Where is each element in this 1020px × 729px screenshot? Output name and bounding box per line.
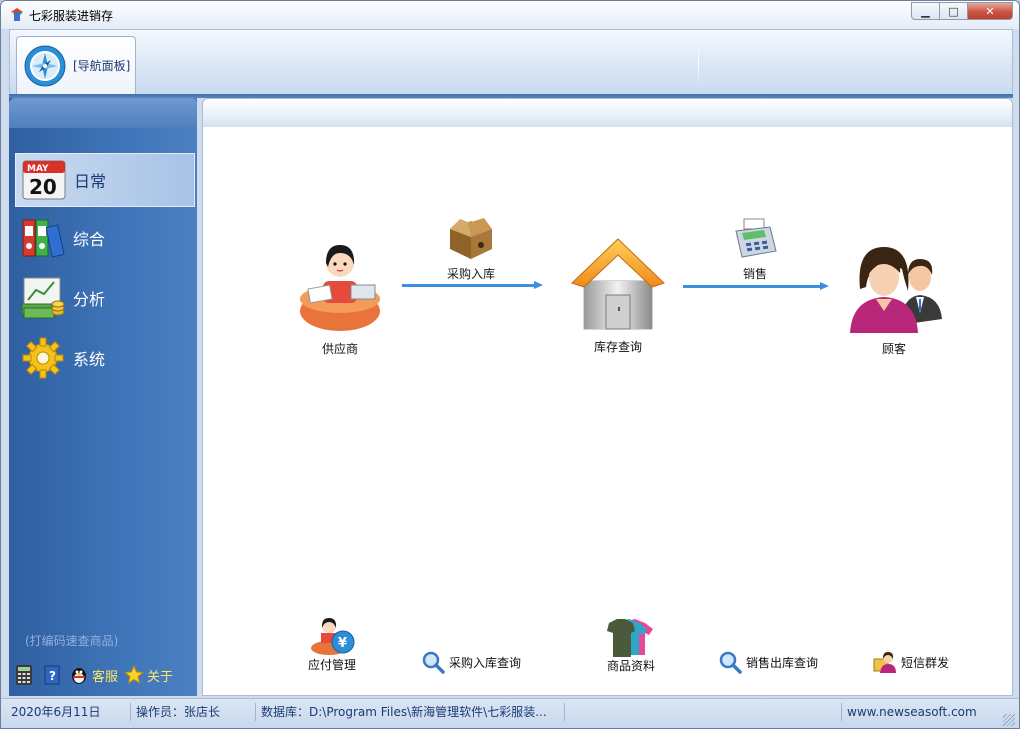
tab-navigation-panel[interactable]: [导航面板] bbox=[16, 36, 136, 94]
status-date: 2020年6月11日 bbox=[7, 703, 131, 721]
main-panel-header bbox=[203, 99, 1012, 127]
sidebar-item-label: 分析 bbox=[73, 290, 106, 309]
status-operator: 操作员：张店长 bbox=[132, 703, 256, 721]
resize-grip[interactable] bbox=[1003, 714, 1015, 726]
barcode-search-hint[interactable]: (打编码速查商品) bbox=[25, 632, 118, 649]
chart-money-icon bbox=[19, 274, 67, 322]
sidebar-item-label: 系统 bbox=[73, 350, 106, 369]
sales-query-label: 销售出库查询 bbox=[746, 655, 819, 670]
sales-query-button[interactable]: 销售出库查询 bbox=[718, 650, 818, 674]
status-website[interactable]: www.newseasoft.com bbox=[843, 703, 993, 721]
ribbon: [导航面板] bbox=[9, 29, 1013, 95]
tshirts-icon bbox=[607, 619, 653, 657]
purchase-in-button[interactable]: 采购入库 bbox=[433, 215, 509, 282]
payable-management-button[interactable]: ¥ 应付管理 bbox=[307, 616, 357, 673]
app-logo-icon bbox=[11, 8, 23, 21]
calendar-day: 20 bbox=[29, 175, 57, 199]
about-button[interactable]: 关于 bbox=[124, 665, 173, 685]
qq-penguin-icon bbox=[72, 668, 86, 684]
calendar-month: MAY bbox=[27, 164, 49, 174]
sidebar-item-label: 日常 bbox=[74, 172, 107, 191]
svg-text:¥: ¥ bbox=[338, 636, 347, 651]
payable-management-label: 应付管理 bbox=[307, 658, 356, 672]
purchase-in-label: 采购入库 bbox=[446, 267, 495, 281]
about-label: 关于 bbox=[147, 669, 174, 685]
customer-label: 顾客 bbox=[881, 342, 906, 356]
star-icon bbox=[124, 665, 145, 685]
sidebar-item-label: 综合 bbox=[73, 230, 106, 249]
supplier-node[interactable]: 供应商 bbox=[295, 239, 385, 357]
product-info-label: 商品资料 bbox=[606, 659, 655, 673]
customer-service-button[interactable]: 客服 bbox=[69, 665, 118, 685]
supplier-label: 供应商 bbox=[321, 342, 358, 356]
sms-broadcast-label: 短信群发 bbox=[901, 655, 950, 670]
ribbon-separator bbox=[698, 40, 699, 86]
help-icon[interactable]: ? bbox=[41, 664, 63, 686]
status-bar: 2020年6月11日 操作员：张店长 数据库：D:\Program Files\… bbox=[1, 698, 1019, 728]
inventory-to-customer-arrow bbox=[683, 282, 829, 290]
sidebar-toolbar: ? 客服 关于 bbox=[13, 664, 173, 686]
title-bar: 七彩服装进销存 ▁ □ ✕ bbox=[1, 1, 1019, 29]
inventory-query-label: 库存查询 bbox=[593, 340, 642, 354]
calendar-icon: MAY 20 bbox=[20, 156, 68, 204]
sms-user-icon bbox=[873, 652, 896, 673]
payable-yen-icon: ¥ bbox=[311, 618, 355, 655]
customer-service-label: 客服 bbox=[92, 669, 119, 685]
gear-icon bbox=[19, 334, 67, 382]
sidebar-item-system[interactable]: 系统 bbox=[15, 331, 195, 385]
magnifier-icon bbox=[719, 651, 742, 674]
nav-tab-label: [导航面板] bbox=[73, 59, 131, 73]
supplier-to-inventory-arrow bbox=[402, 281, 543, 289]
minimize-button[interactable]: ▁ bbox=[911, 2, 939, 20]
inventory-query-node[interactable]: 库存查询 bbox=[565, 237, 671, 355]
supplier-icon bbox=[300, 245, 380, 331]
purchase-query-button[interactable]: 采购入库查询 bbox=[421, 650, 521, 674]
calculator-icon[interactable] bbox=[13, 664, 35, 686]
sales-label: 销售 bbox=[742, 267, 767, 281]
sales-button[interactable]: 销售 bbox=[723, 217, 787, 282]
warehouse-house-icon bbox=[571, 238, 665, 330]
status-database: 数据库：D:\Program Files\新海管理软件\七彩服装... bbox=[257, 703, 565, 721]
pos-terminal-icon bbox=[735, 218, 777, 258]
product-info-button[interactable]: 商品资料 bbox=[605, 617, 657, 674]
sidebar-header bbox=[9, 98, 197, 128]
sidebar: MAY 20 日常 综合 分析 系统 (打编码速查商品) ? 客服 关于 bbox=[9, 98, 197, 696]
close-button[interactable]: ✕ bbox=[967, 2, 1013, 20]
cardboard-box-icon bbox=[450, 218, 492, 259]
sms-broadcast-button[interactable]: 短信群发 bbox=[873, 651, 949, 673]
sidebar-item-daily[interactable]: MAY 20 日常 bbox=[15, 153, 195, 207]
customers-icon bbox=[850, 247, 942, 333]
window-controls: ▁ □ ✕ bbox=[911, 2, 1013, 20]
purchase-query-label: 采购入库查询 bbox=[449, 655, 522, 670]
window-title: 七彩服装进销存 bbox=[29, 9, 114, 23]
main-panel: 供应商 采购入库 库存查询 销售 顾客 ¥ 应付管理 采购入库查询 商品资料 销… bbox=[202, 98, 1013, 696]
svg-text:?: ? bbox=[49, 669, 56, 683]
compass-icon bbox=[24, 45, 66, 86]
customer-node[interactable]: 顾客 bbox=[839, 239, 949, 357]
sidebar-item-comprehensive[interactable]: 综合 bbox=[15, 211, 195, 265]
app-window: 七彩服装进销存 ▁ □ ✕ [导航面板] MAY 20 日常 综合 分析 系统 … bbox=[0, 0, 1020, 729]
status-spacer bbox=[566, 703, 842, 721]
magnifier-icon bbox=[422, 651, 445, 674]
binders-icon bbox=[19, 214, 67, 262]
maximize-button[interactable]: □ bbox=[939, 2, 967, 20]
sidebar-item-analysis[interactable]: 分析 bbox=[15, 271, 195, 325]
